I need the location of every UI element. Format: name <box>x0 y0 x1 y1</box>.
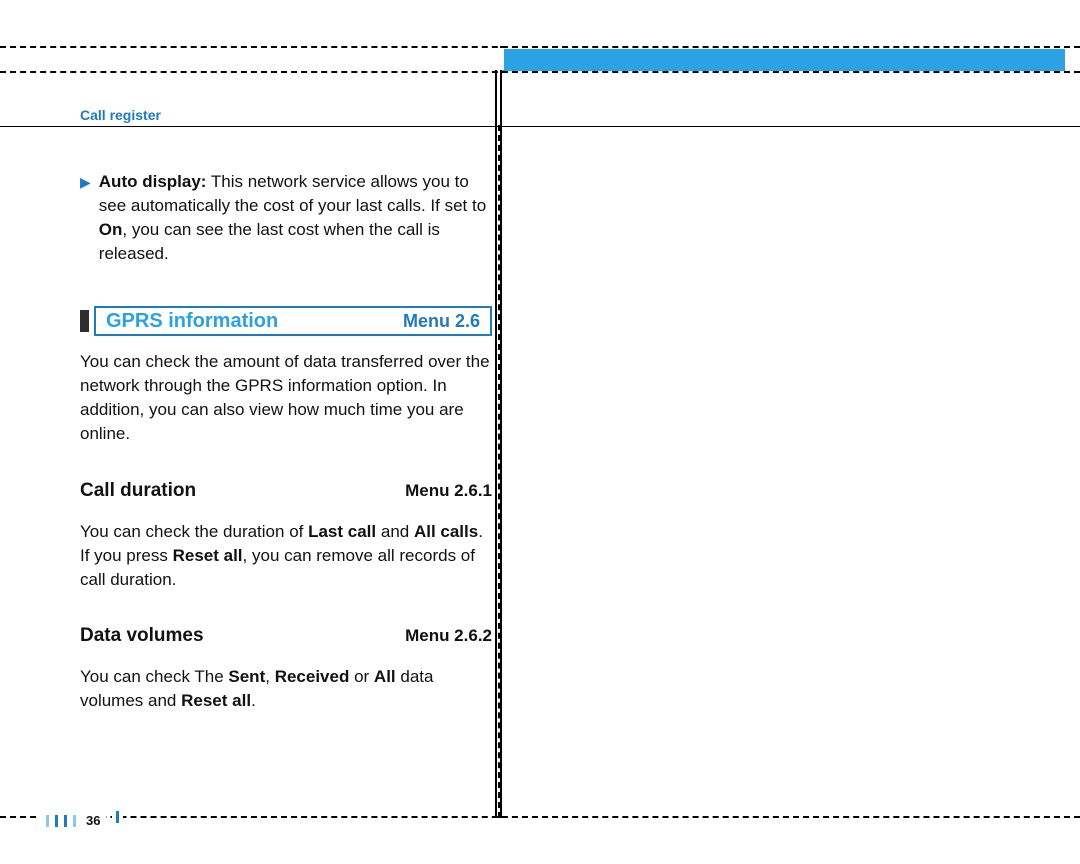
data-volumes-text: You can check The Sent, Received or All … <box>80 665 495 713</box>
subsection-menu-ref: Menu 2.6.2 <box>405 626 492 646</box>
bullet-bold-on: On <box>99 220 123 239</box>
gprs-description: You can check the amount of data transfe… <box>80 350 495 446</box>
spine-guide-right <box>500 46 502 818</box>
section-box: GPRS information Menu 2.6 <box>94 306 492 336</box>
running-header: Call register <box>80 107 161 123</box>
page-number-ornament: 36 <box>40 813 106 828</box>
manual-page: Call register ▶ Auto display: This netwo… <box>0 0 1080 864</box>
ornament-bar-icon <box>73 815 76 827</box>
header-underline <box>0 126 1080 127</box>
crop-line-top-inner <box>0 71 1080 73</box>
section-heading: GPRS information Menu 2.6 <box>80 306 492 336</box>
crop-line-top-outer <box>0 46 1080 48</box>
header-blue-bar <box>500 49 1065 71</box>
page-number: 36 <box>86 813 100 828</box>
bullet-body-2: , you can see the last cost when the cal… <box>99 220 440 263</box>
bullet-text: Auto display: This network service allow… <box>99 170 495 266</box>
subsection-paragraph: You can check the duration of Last call … <box>80 520 495 592</box>
subsection-menu-ref: Menu 2.6.1 <box>405 481 492 501</box>
ornament-bar-icon <box>64 815 67 827</box>
bullet-lead: Auto display: <box>99 172 207 191</box>
spine-guide-dashed <box>498 125 500 818</box>
triangle-bullet-icon: ▶ <box>80 170 91 266</box>
page-number-trailing-mark <box>112 810 123 828</box>
section-menu-ref: Menu 2.6 <box>403 311 480 332</box>
crop-line-bottom <box>0 816 1080 818</box>
subsection-title: Data volumes <box>80 625 204 647</box>
subsection-row-call-duration: Call duration Menu 2.6.1 <box>80 480 492 502</box>
subsection-title: Call duration <box>80 480 196 502</box>
section-ornament <box>80 310 89 332</box>
spine-guide-left <box>495 46 497 818</box>
subsection-row-data-volumes: Data volumes Menu 2.6.2 <box>80 625 492 647</box>
subsection-paragraph: You can check The Sent, Received or All … <box>80 665 495 713</box>
ornament-bar-icon <box>116 811 119 823</box>
spine-guide-mask <box>492 48 504 70</box>
section-paragraph: You can check the amount of data transfe… <box>80 350 495 446</box>
bullet-item: ▶ Auto display: This network service all… <box>80 170 495 266</box>
ornament-bar-icon <box>55 815 58 827</box>
section-title: GPRS information <box>106 310 278 333</box>
call-duration-text: You can check the duration of Last call … <box>80 520 495 592</box>
ornament-bar-icon <box>46 815 49 827</box>
